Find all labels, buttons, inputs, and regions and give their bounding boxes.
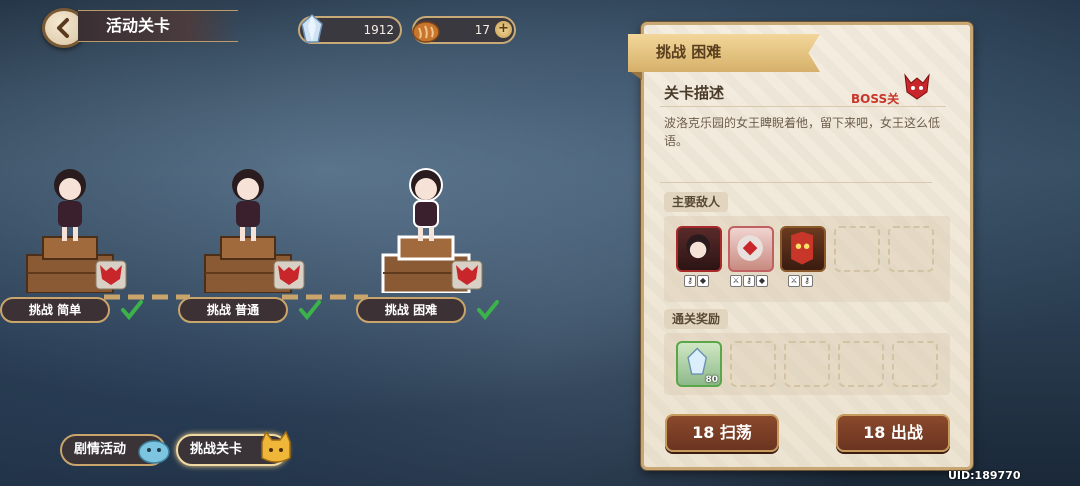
check-icon <box>121 300 143 321</box>
enemy-portrait <box>791 231 814 265</box>
book-badge-icon: ◆ <box>697 275 709 287</box>
tab-challenge-level[interactable]: 挑战关卡 <box>176 430 291 466</box>
user-id: UID:189770 <box>948 469 1021 482</box>
enemy-portrait <box>737 235 763 261</box>
boss-tag: BOSS关 <box>851 92 900 106</box>
boss-icon <box>273 260 305 290</box>
enemy-portrait <box>686 234 710 259</box>
difficulty-banner: 挑战 困难 <box>628 34 820 72</box>
character-sprite <box>409 168 443 241</box>
sweep-button-label: 18 扫荡 <box>692 423 752 442</box>
empty-enemy-slot <box>834 226 880 272</box>
stage-hard[interactable]: 挑战 困难 <box>356 165 499 325</box>
check-icon <box>477 300 499 321</box>
empty-enemy-slot <box>888 226 934 272</box>
character-sprite <box>232 169 264 241</box>
crystal-counter: 1912 <box>298 13 402 44</box>
reward-count: 80 <box>705 375 718 385</box>
empty-reward-slot <box>838 341 884 387</box>
add-bread-button[interactable]: + <box>495 21 512 38</box>
description-title: 关卡描述 <box>664 84 725 102</box>
enemy-slot-1[interactable] <box>676 226 722 272</box>
page-title: 活动关卡 <box>78 10 238 42</box>
empty-reward-slot <box>784 341 830 387</box>
enemy-badges-1: ⚷ ◆ <box>684 275 709 287</box>
stage-normal-label: 挑战 普通 <box>178 297 288 323</box>
bread-counter: 17 + <box>412 16 516 44</box>
stage-easy-label: 挑战 简单 <box>0 297 110 323</box>
tab-challenge-label: 挑战关卡 <box>190 442 243 457</box>
boss-icon <box>451 260 483 290</box>
character-sprite <box>54 169 86 241</box>
bread-icon <box>412 21 440 43</box>
sword-badge-icon: ⚔ <box>788 275 800 287</box>
key-badge-icon: ⚷ <box>743 275 755 287</box>
tab-story-event[interactable]: 剧情活动 <box>60 434 170 466</box>
boss-icon <box>95 260 127 290</box>
cat-mascot-icon <box>261 430 291 463</box>
slime-icon <box>138 440 170 464</box>
sword-badge-icon: ⚔ <box>730 275 742 287</box>
key-badge-icon: ⚷ <box>801 275 813 287</box>
check-icon <box>299 300 321 321</box>
key-badge-icon: ⚷ <box>684 275 696 287</box>
bread-count: 17 <box>474 23 490 37</box>
enemy-slot-2[interactable] <box>728 226 774 272</box>
empty-reward-slot <box>730 341 776 387</box>
crystal-icon <box>301 13 323 43</box>
divider <box>660 106 946 107</box>
stage-hard-label: 挑战 困难 <box>356 297 466 323</box>
enemy-badges-2: ⚔ ⚷ ◆ <box>730 275 768 287</box>
boss-demon-icon <box>904 73 930 100</box>
sweep-button[interactable]: 18 扫荡 <box>665 414 779 452</box>
rewards-title: 通关奖励 <box>664 309 729 329</box>
crystal-count: 1912 <box>363 23 394 37</box>
fight-button-label: 18 出战 <box>863 423 923 442</box>
empty-reward-slot <box>892 341 938 387</box>
stage-description: 波洛克乐园的女王睥睨着他，留下来吧，女王这么低语。 <box>664 116 941 148</box>
stage-normal[interactable]: 挑战 普通 <box>178 165 321 325</box>
arrow-left-icon <box>57 18 69 38</box>
enemy-slot-3[interactable] <box>780 226 826 272</box>
enemy-badges-3: ⚔ ⚷ <box>788 275 813 287</box>
tab-story-label: 剧情活动 <box>74 442 127 457</box>
stage-easy[interactable]: 挑战 简单 <box>0 165 143 325</box>
book-badge-icon: ◆ <box>756 275 768 287</box>
reward-slot-crystal[interactable]: 80 <box>676 341 722 387</box>
enemies-title: 主要敌人 <box>664 192 729 212</box>
fight-button[interactable]: 18 出战 <box>836 414 950 452</box>
divider <box>660 182 932 183</box>
